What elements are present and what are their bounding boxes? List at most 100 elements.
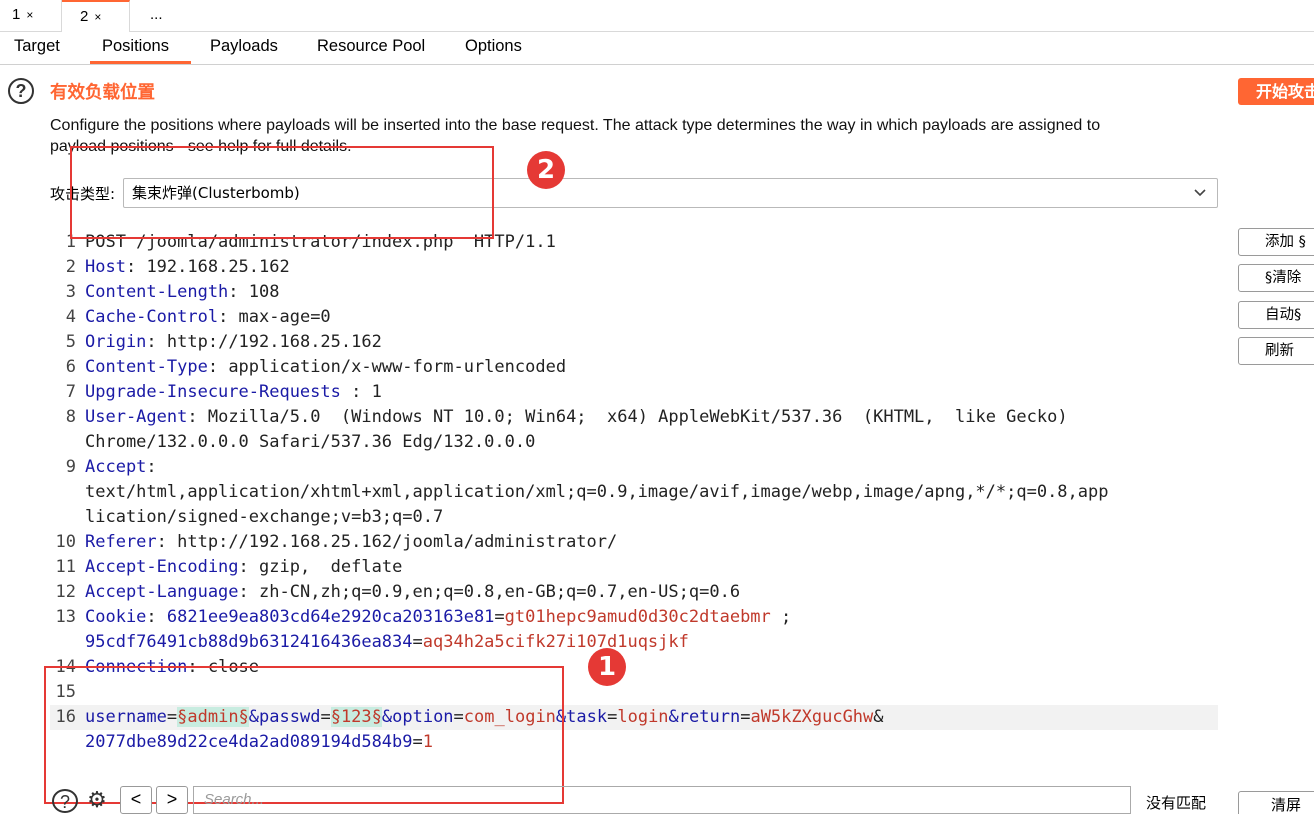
request-line: 11 Accept-Encoding: gzip, deflate	[50, 555, 1218, 580]
attack-tab-label: 1	[12, 6, 21, 23]
header-value: lication/signed-exchange;v=b3;q=0.7	[85, 507, 444, 527]
line-number: 2	[65, 257, 76, 277]
line-number: 3	[65, 282, 76, 302]
line-content: Referer: http://192.168.25.162/joomla/ad…	[85, 530, 617, 555]
header-value: zh-CN,zh;q=0.9,en;q=0.8,en-GB;q=0.7,en-U…	[259, 582, 741, 602]
page-title: 有效负载位置	[50, 83, 155, 103]
header-value: Chrome/132.0.0.0 Safari/537.36 Edg/132.0…	[85, 432, 536, 452]
line-content: User-Agent: Mozilla/5.0 (Windows NT 10.0…	[85, 405, 1068, 430]
search-input[interactable]: Search...	[193, 786, 1131, 814]
header-separator: :	[156, 532, 178, 552]
add-payload-marker-button[interactable]: 添加 §	[1238, 228, 1314, 256]
request-line: 6 Content-Type: application/x-www-form-ur…	[50, 355, 1218, 380]
annotation-box-2	[70, 146, 494, 239]
header-value: 1	[371, 382, 382, 402]
request-line: 9 Accept:	[50, 455, 1218, 480]
request-line: text/html,application/xhtml+xml,applicat…	[50, 480, 1218, 505]
attack-tab-1[interactable]: 1 ×	[0, 0, 62, 31]
tab-resource-pool[interactable]: Resource Pool	[317, 31, 425, 64]
line-number: 4	[65, 307, 76, 327]
request-line: lication/signed-exchange;v=b3;q=0.7	[50, 505, 1218, 530]
request-line: 7 Upgrade-Insecure-Requests : 1	[50, 380, 1218, 405]
request-line: 8 User-Agent: Mozilla/5.0 (Windows NT 10.…	[50, 405, 1218, 430]
line-content: text/html,application/xhtml+xml,applicat…	[85, 480, 1109, 505]
header-name: Content-Length	[85, 282, 229, 302]
request-line: 3 Content-Length: 108	[50, 280, 1218, 305]
close-icon[interactable]: ×	[94, 10, 101, 24]
header-value: Mozilla/5.0 (Windows NT 10.0; Win64; x64…	[207, 407, 1068, 427]
line-content: Content-Type: application/x-www-form-url…	[85, 355, 566, 380]
annotation-marker-1: 1	[588, 648, 626, 686]
header-value: http://192.168.25.162/joomla/administrat…	[177, 532, 618, 552]
equals: =	[607, 707, 618, 727]
header-separator: :	[187, 407, 208, 427]
header-separator: :	[146, 332, 167, 352]
header-name: Accept-Encoding	[85, 557, 239, 577]
request-line: 12 Accept-Language: zh-CN,zh;q=0.9,en;q=0…	[50, 580, 1218, 605]
header-name: User-Agent	[85, 407, 188, 427]
line-number: 5	[65, 332, 76, 352]
ampersand: &	[873, 707, 884, 727]
clear-payload-markers-button[interactable]: §清除	[1238, 264, 1314, 292]
separator: ;	[770, 607, 792, 627]
tab-target[interactable]: Target	[14, 31, 60, 64]
previous-button[interactable]: <	[120, 786, 152, 814]
header-separator: :	[146, 457, 157, 477]
header-value: 108	[248, 282, 280, 302]
line-number: 6	[65, 357, 76, 377]
header-name: Cache-Control	[85, 307, 219, 327]
line-content: Cookie: 6821ee9ea803cd64e2920ca203163e81…	[85, 605, 791, 630]
cookie-value: gt01hepc9amud0d30c2dtaebmr	[504, 607, 771, 627]
auto-payload-markers-button[interactable]: 自动§	[1238, 301, 1314, 329]
line-content: Upgrade-Insecure-Requests : 1	[85, 380, 382, 405]
clear-screen-button[interactable]: 清屏	[1238, 791, 1314, 814]
param-value: login	[617, 707, 669, 727]
request-line: 5 Origin: http://192.168.25.162	[50, 330, 1218, 355]
line-number: 7	[65, 382, 76, 402]
annotation-box-1	[44, 666, 564, 804]
help-icon[interactable]: ?	[52, 789, 78, 813]
line-content: Cache-Control: max-age=0	[85, 305, 331, 330]
param-name: &return	[668, 707, 741, 727]
chevron-down-icon	[1193, 179, 1207, 217]
sub-tab-bar: Target Positions Payloads Resource Pool …	[0, 31, 1314, 65]
header-name: Referer	[85, 532, 157, 552]
header-separator: :	[228, 282, 249, 302]
next-button[interactable]: >	[156, 786, 188, 814]
header-value: text/html,application/xhtml+xml,applicat…	[85, 482, 1109, 502]
header-value: http://192.168.25.162	[166, 332, 382, 352]
line-content: lication/signed-exchange;v=b3;q=0.7	[85, 505, 443, 530]
help-icon[interactable]: ?	[8, 78, 34, 104]
header-value: gzip, deflate	[259, 557, 403, 577]
match-count: 没有匹配	[1146, 794, 1207, 812]
line-content: Host: 192.168.25.162	[85, 255, 290, 280]
equals: =	[412, 632, 423, 652]
line-content: Chrome/132.0.0.0 Safari/537.36 Edg/132.0…	[85, 430, 535, 455]
line-content: Accept-Encoding: gzip, deflate	[85, 555, 402, 580]
header-name: Origin	[85, 332, 147, 352]
attack-tab-2[interactable]: 2 ×	[62, 0, 130, 32]
header-name: Accept-Language	[85, 582, 239, 602]
header-name: Content-Type	[85, 357, 208, 377]
new-tab-button[interactable]: ...	[130, 0, 182, 31]
tab-positions[interactable]: Positions	[90, 31, 191, 64]
intruder-window: 1 × 2 × ... Target Positions Payloads Reso…	[0, 0, 1314, 814]
equals: =	[740, 707, 751, 727]
request-line: Chrome/132.0.0.0 Safari/537.36 Edg/132.0…	[50, 430, 1218, 455]
header-value: 192.168.25.162	[146, 257, 290, 277]
cookie-value: aq34h2a5cifk27i107d1uqsjkf	[422, 632, 689, 652]
line-content: Accept:	[85, 455, 157, 480]
tab-options[interactable]: Options	[465, 31, 522, 64]
tab-payloads[interactable]: Payloads	[210, 31, 278, 64]
gear-icon[interactable]: ⚙	[84, 789, 110, 813]
close-icon[interactable]: ×	[26, 8, 33, 22]
header-separator: :	[146, 607, 167, 627]
start-attack-button[interactable]: 开始攻击	[1238, 78, 1314, 105]
header-name: Host	[85, 257, 126, 277]
cookie-name: 6821ee9ea803cd64e2920ca203163e81	[166, 607, 495, 627]
refresh-button[interactable]: 刷新	[1238, 337, 1314, 365]
header-separator: :	[207, 357, 229, 377]
line-content: Content-Length: 108	[85, 280, 280, 305]
header-value: max-age=0	[238, 307, 331, 327]
line-number: 12	[55, 582, 76, 602]
